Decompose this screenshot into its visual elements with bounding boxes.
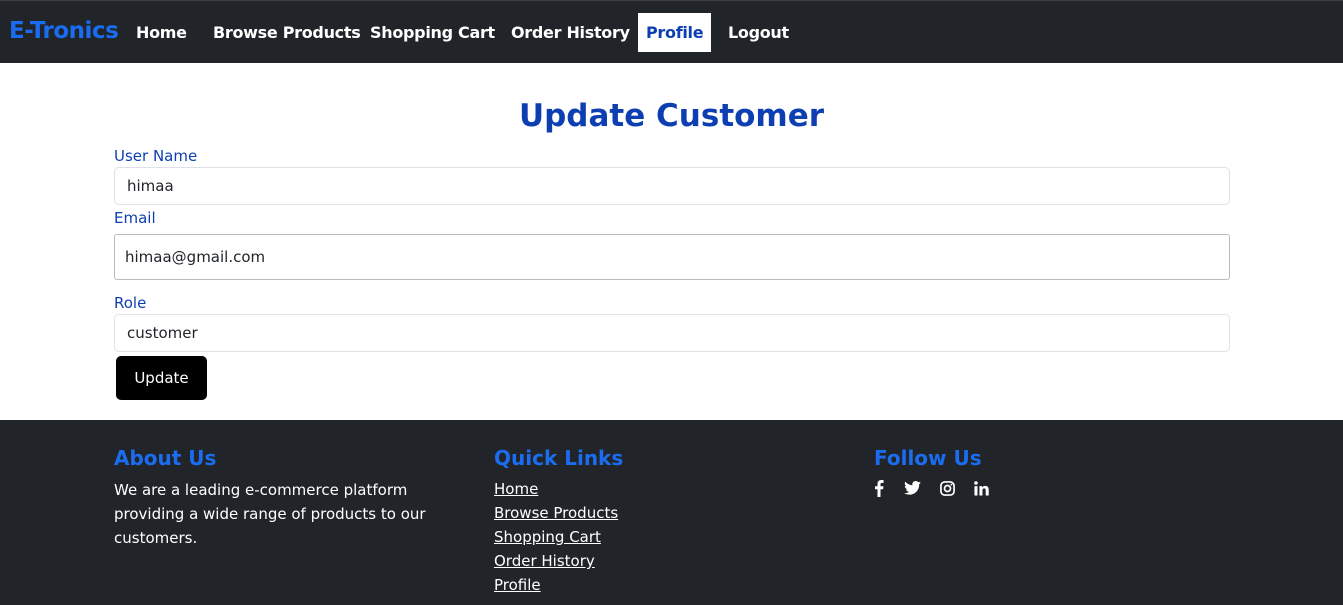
about-text: We are a leading e-commerce platform pro… (114, 481, 426, 547)
nav-logout[interactable]: Logout (728, 13, 789, 52)
top-navbar: E-Tronics Home Browse Products Shopping … (0, 0, 1343, 63)
quick-links-heading: Quick Links (494, 446, 624, 470)
page-title: Update Customer (518, 98, 825, 134)
email-input[interactable] (114, 234, 1230, 280)
footer-link-profile[interactable]: Profile (494, 576, 541, 594)
linkedin-icon[interactable] (972, 479, 990, 497)
nav-browse-products[interactable]: Browse Products (213, 13, 361, 52)
brand-logo[interactable]: E-Tronics (9, 18, 119, 44)
username-label: User Name (114, 147, 198, 165)
email-label: Email (114, 209, 156, 227)
footer: About Us We are a leading e-commerce pla… (0, 420, 1343, 605)
nav-home[interactable]: Home (136, 13, 187, 52)
username-input[interactable] (114, 167, 1230, 205)
role-input[interactable] (114, 314, 1230, 352)
update-button[interactable]: Update (116, 356, 207, 400)
nav-order-history[interactable]: Order History (511, 13, 630, 52)
footer-link-order-history[interactable]: Order History (494, 552, 595, 570)
facebook-icon[interactable] (870, 479, 888, 497)
instagram-icon[interactable] (938, 479, 956, 497)
footer-link-shopping-cart[interactable]: Shopping Cart (494, 528, 601, 546)
role-label: Role (114, 294, 147, 312)
nav-shopping-cart[interactable]: Shopping Cart (370, 13, 495, 52)
about-heading: About Us (114, 446, 217, 470)
footer-link-home[interactable]: Home (494, 480, 538, 498)
follow-us-heading: Follow Us (874, 446, 982, 470)
nav-profile[interactable]: Profile (638, 13, 712, 52)
footer-link-browse-products[interactable]: Browse Products (494, 504, 618, 522)
twitter-icon[interactable] (903, 479, 921, 497)
